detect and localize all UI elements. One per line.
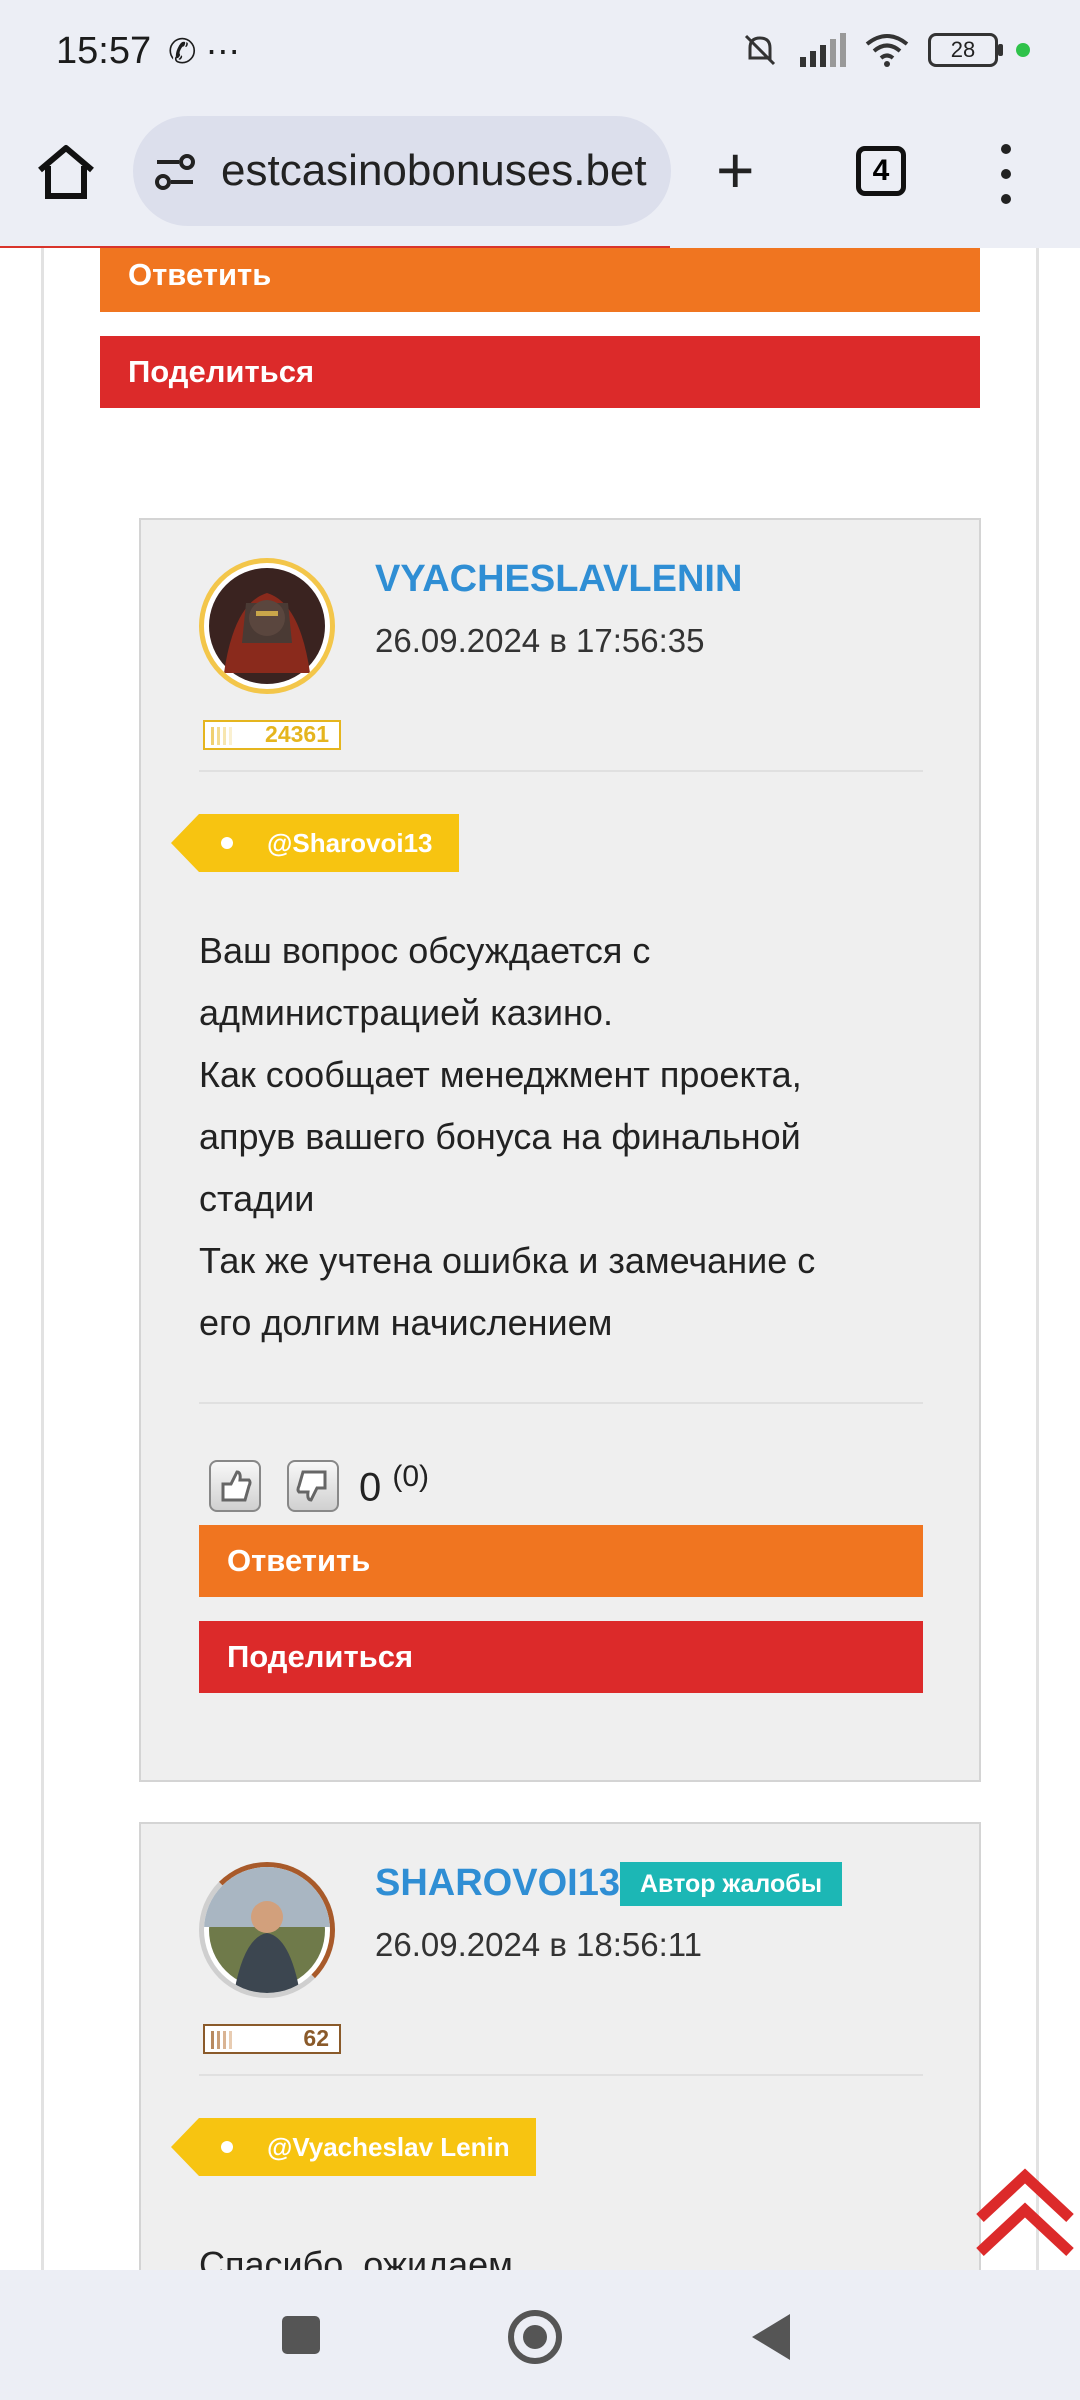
home-icon[interactable] [34,140,98,204]
silent-bell-icon [744,34,776,66]
back-icon[interactable] [752,2314,790,2360]
comment-line: апрув вашего бонуса на финальной [199,1116,801,1157]
reply-button[interactable]: Ответить [199,1525,923,1597]
comment-line: Как сообщает менеджмент проекта, [199,1054,802,1095]
tab-switcher-button[interactable]: 4 [856,146,906,196]
share-button[interactable]: Поделиться [100,336,980,408]
comment-line: его долгим начислением [199,1302,613,1343]
browser-toolbar: estcasinobonuses.bet + 4 [0,108,1080,248]
comment-line: Ваш вопрос обсуждается с [199,930,651,971]
status-bar: 15:57 ✆ ⋯ 28 [0,0,1080,108]
system-nav-bar [0,2270,1080,2400]
page-frame-right [1036,248,1080,2270]
call-notification-icon: ✆ ⋯ [168,33,240,71]
rank-badge: 24361 [203,720,341,750]
status-time: 15:57 [56,30,152,72]
thumbs-down-icon[interactable] [287,1460,339,1512]
rank-value: 24361 [265,721,329,747]
comment-date: 26.09.2024 в 17:56:35 [375,622,705,659]
avatar[interactable] [199,1862,335,1998]
recents-icon[interactable] [282,2316,320,2354]
comment-card: SHAROVOI13 Автор жалобы 26.09.2024 в 18:… [139,1822,981,2270]
wifi-icon [865,34,909,67]
new-tab-button[interactable]: + [716,137,755,203]
page-content: Ответить Поделиться VYACHESLAVLENIN 26.0… [0,248,1080,2270]
comment-username[interactable]: SHAROVOI13 [375,1862,620,1905]
share-button[interactable]: Поделиться [199,1621,923,1693]
divider [199,1402,923,1404]
divider [199,2074,923,2076]
vote-score-value: 0 [359,1465,382,1510]
comment-date: 26.09.2024 в 18:56:11 [375,1926,703,1963]
avatar[interactable] [199,558,335,694]
scroll-to-top-icon[interactable] [970,2160,1080,2260]
divider [199,770,923,772]
site-settings-icon[interactable] [153,150,197,194]
reply-button[interactable]: Ответить [100,248,980,312]
rank-badge: 62 [203,2024,341,2054]
vote-count: (0) [392,1460,430,1493]
comment-line: Спасибо, ожидаем [199,2244,513,2270]
comment-line: стадии [199,1178,315,1219]
comment-text: Спасибо, ожидаем [199,2234,923,2270]
page-frame-left [0,248,44,2270]
battery-icon: 28 [928,33,1003,67]
url-text: estcasinobonuses.bet [221,146,647,195]
comment-username[interactable]: VYACHESLAVLENIN [375,558,742,601]
rank-value: 62 [303,2025,329,2051]
comment-line: Так же учтена ошибка и замечание с [199,1240,816,1281]
mention-tag[interactable]: @Vyacheslav Lenin [171,2118,536,2176]
privacy-indicator-icon [1016,43,1030,57]
comment-line: администрацией казино. [199,992,613,1033]
overflow-menu-icon[interactable] [1000,144,1012,204]
comment-card: VYACHESLAVLENIN 26.09.2024 в 17:56:35 24… [139,518,981,1782]
address-bar[interactable]: estcasinobonuses.bet [133,116,671,226]
vote-score: 0 (0) [359,1460,429,1510]
avatar-image [209,568,325,684]
avatar-image [204,1867,330,1993]
thumbs-up-icon[interactable] [209,1460,261,1512]
mention-tag[interactable]: @Sharovoi13 [171,814,459,872]
comment-text: Ваш вопрос обсуждается с администрацией … [199,920,923,1354]
home-nav-icon[interactable] [508,2310,562,2364]
signal-icon [800,33,846,67]
author-badge: Автор жалобы [620,1862,843,1906]
